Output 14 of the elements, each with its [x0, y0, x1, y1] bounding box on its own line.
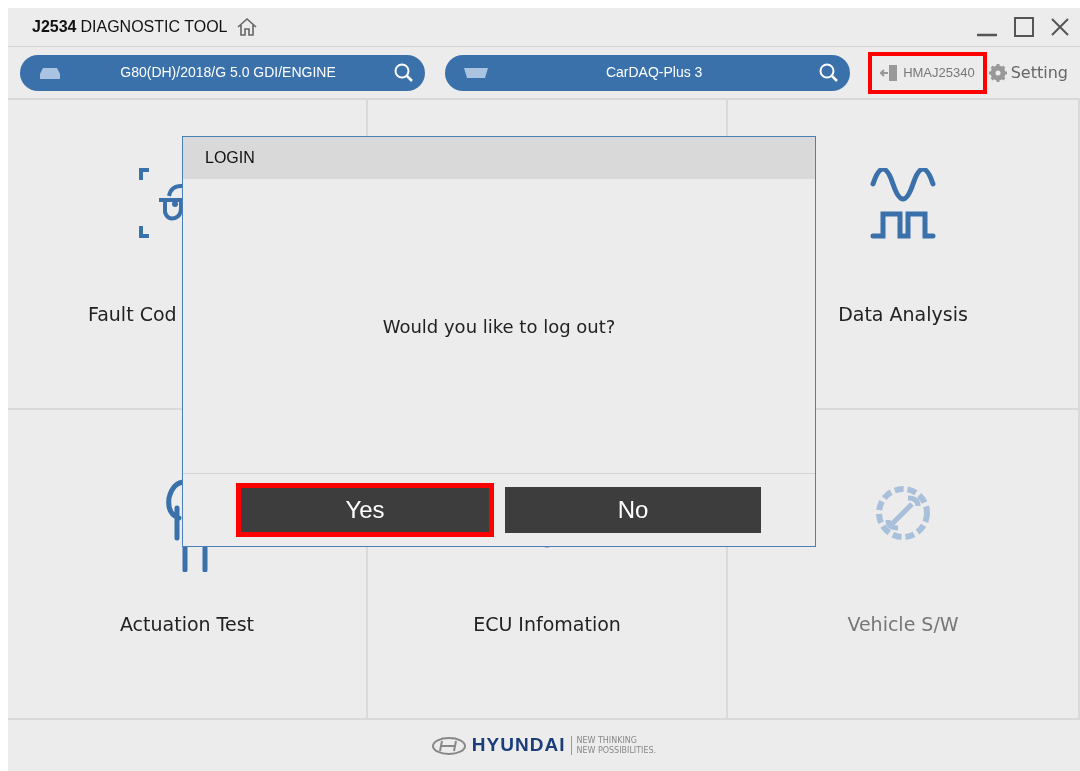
tile-label: Data Analysis	[838, 302, 968, 327]
device-value: CarDAQ-Plus 3	[604, 63, 704, 82]
dialog-message: Would you like to log out?	[382, 314, 616, 339]
tile-label: ECU Infomation	[473, 612, 621, 637]
tile-label: Actuation Test	[119, 612, 255, 637]
tile-label: Vehicle S/W	[847, 612, 959, 637]
app-title: DIAGNOSTIC TOOL	[80, 17, 228, 37]
dialog-title: LOGIN	[183, 137, 815, 179]
brand-name: HYUNDAI	[471, 733, 566, 758]
vehicle-value: G80(DH)/2018/G 5.0 GDI/ENGINE	[119, 63, 337, 82]
tile-label: Fault Cod	[88, 302, 177, 327]
tagline: NEW POSSIBILITIES.	[576, 745, 657, 756]
tagline: NEW THINKING	[576, 735, 638, 746]
app-title-code: J2534	[32, 17, 77, 37]
